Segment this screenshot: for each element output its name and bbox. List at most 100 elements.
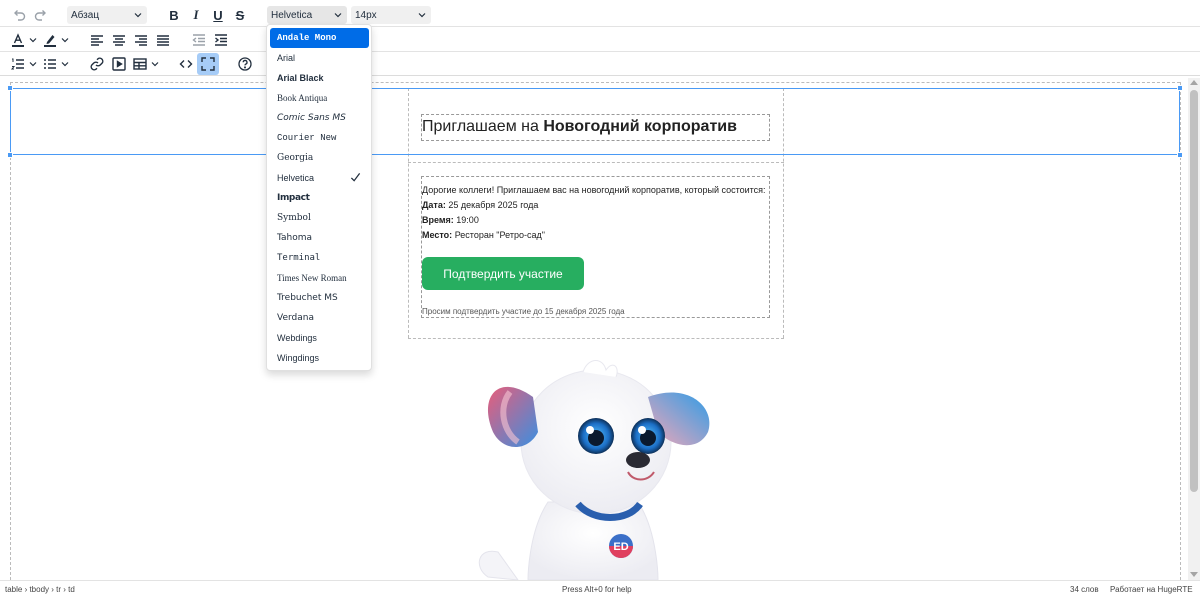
font-option-comic-sans[interactable]: Comic Sans MS [270,108,369,128]
fullscreen-button[interactable] [197,53,219,75]
font-option-courier-new[interactable]: Courier New [270,128,369,148]
font-option-label: Symbol [277,213,311,223]
chevron-down-icon [61,62,69,67]
font-family-select[interactable]: Helvetica [267,6,347,24]
insert-link-button[interactable] [86,53,108,75]
time-line: Время: 19:00 [422,215,479,225]
date-line: Дата: 25 декабря 2025 года [422,200,538,210]
scroll-thumb[interactable] [1190,90,1198,492]
redo-button[interactable] [30,4,52,26]
font-option-arial[interactable]: Arial [270,48,369,68]
strikethrough-button[interactable]: S [229,4,251,26]
indent-button[interactable] [210,29,232,51]
underline-button[interactable]: U [207,4,229,26]
font-option-label: Andale Mono [277,33,337,43]
chevron-down-icon [151,62,159,67]
date-label: Дата: [422,200,446,210]
powered-by-link[interactable]: Работает на HugeRTE [1110,585,1193,594]
resize-handle-bottom-left[interactable] [7,152,13,158]
table-button[interactable] [132,53,160,75]
source-code-button[interactable] [175,53,197,75]
chevron-down-icon [418,13,426,18]
italic-button[interactable]: I [185,4,207,26]
indent-icon [215,34,227,46]
chevron-down-icon [334,13,342,18]
font-option-label: Times New Roman [277,273,347,283]
font-option-label: Helvetica [277,173,315,183]
font-option-verdana[interactable]: Verdana [270,308,369,328]
inner-table-bottom [408,338,784,339]
help-button[interactable] [234,53,256,75]
code-icon [179,60,193,68]
font-option-book-antiqua[interactable]: Book Antiqua [270,88,369,108]
date-value: 25 декабря 2025 года [445,200,539,210]
text-color-button[interactable] [10,29,38,51]
element-path[interactable]: table › tbody › tr › td [5,585,75,594]
inner-table-divider [408,162,784,163]
font-family-menu: Andale Mono Arial Arial Black Book Antiq… [266,24,372,371]
font-option-helvetica[interactable]: Helvetica [270,168,369,188]
confirm-participation-button[interactable]: Подтвердить участие [422,257,584,290]
status-bar: table › tbody › tr › td Press Alt+0 for … [0,580,1200,596]
highlight-color-button[interactable] [42,29,70,51]
font-family-value: Helvetica [271,9,313,21]
resize-handle-top-right[interactable] [1177,85,1183,91]
font-option-webdings[interactable]: Webdings [270,328,369,348]
place-value: Ресторан "Ретро-сад" [452,230,545,240]
resize-handle-top-left[interactable] [7,85,13,91]
time-label: Время: [422,215,454,225]
font-option-label: Arial Black [277,73,324,83]
scroll-up-arrow[interactable] [1190,80,1198,85]
numbered-list-icon [10,58,24,70]
font-option-wingdings[interactable]: Wingdings [270,348,369,368]
undo-button[interactable] [8,4,30,26]
chevron-down-icon [29,62,37,67]
align-right-button[interactable] [130,29,152,51]
scroll-down-arrow[interactable] [1190,572,1198,577]
align-left-icon [91,35,103,46]
confirm-note: Просим подтвердить участие до 15 декабря… [422,307,625,316]
outdent-button[interactable] [188,29,210,51]
table-border-top [10,82,1180,83]
fullscreen-icon [201,57,215,71]
font-option-trebuchet[interactable]: Trebuchet MS [270,288,369,308]
toolbar-row-2 [0,27,1200,52]
numbered-list-button[interactable] [10,53,38,75]
font-option-label: Impact [277,193,310,203]
block-format-select[interactable]: Абзац [67,6,147,24]
font-option-label: Book Antiqua [277,93,328,103]
page-title: Приглашаем на Новогодний корпоратив [422,118,737,136]
font-option-andale-mono[interactable]: Andale Mono [270,28,369,48]
font-option-times-new-roman[interactable]: Times New Roman [270,268,369,288]
align-left-button[interactable] [86,29,108,51]
font-option-tahoma[interactable]: Tahoma [270,228,369,248]
font-option-terminal[interactable]: Terminal [270,248,369,268]
font-option-label: Trebuchet MS [277,293,338,303]
font-option-label: Verdana [277,313,314,323]
bullet-list-icon [44,59,56,69]
chevron-down-icon [29,38,37,43]
puppy-image[interactable]: ED [458,352,730,580]
strikethrough-icon: S [235,7,245,23]
align-justify-button[interactable] [152,29,174,51]
font-option-arial-black[interactable]: Arial Black [270,68,369,88]
outdent-icon [192,34,205,46]
resize-handle-bottom-right[interactable] [1177,152,1183,158]
font-size-select[interactable]: 14px [351,6,431,24]
bold-icon: B [169,7,179,23]
font-option-impact[interactable]: Impact [270,188,369,208]
font-option-label: Georgia [277,153,314,163]
font-option-symbol[interactable]: Symbol [270,208,369,228]
word-count[interactable]: 34 слов [1070,585,1099,594]
toolbar-row-1: Абзац B I U S Helvetica 14px [0,2,1200,27]
body-cell[interactable] [421,176,770,318]
underline-icon: U [213,7,223,23]
place-label: Место: [422,230,453,240]
insert-media-button[interactable] [108,53,130,75]
time-value: 19:00 [453,215,479,225]
font-option-georgia[interactable]: Georgia [270,148,369,168]
text-color-icon [12,33,24,47]
align-center-button[interactable] [108,29,130,51]
bullet-list-button[interactable] [42,53,70,75]
bold-button[interactable]: B [163,4,185,26]
